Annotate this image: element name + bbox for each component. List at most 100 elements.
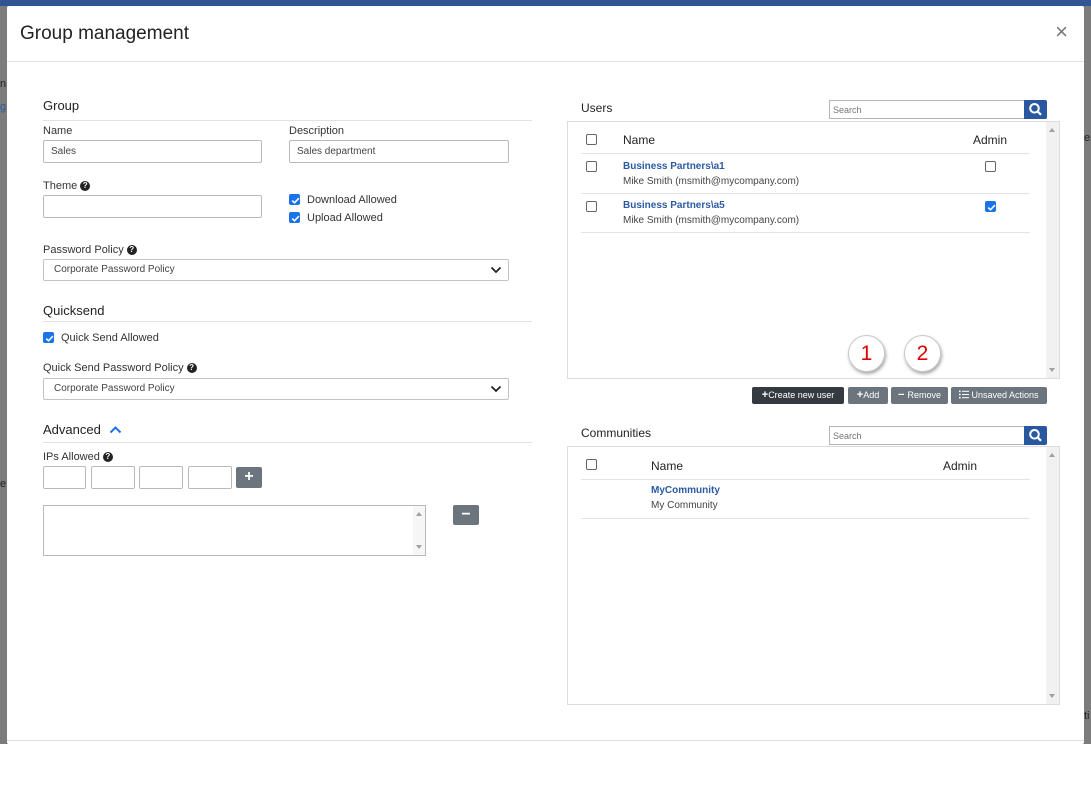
- callout-marker-2: 2: [904, 335, 941, 372]
- users-table: Name Admin Business Partners\a1 Mike Smi…: [567, 121, 1060, 379]
- description-label: Description: [289, 125, 345, 137]
- communities-title: Communities: [581, 426, 652, 440]
- communities-search-button[interactable]: [1024, 426, 1047, 445]
- row-divider: [581, 232, 1030, 233]
- close-button[interactable]: ×: [1055, 21, 1068, 43]
- quick-send-password-policy-value: Corporate Password Policy: [54, 383, 175, 394]
- user-name-link[interactable]: Business Partners\a5: [623, 200, 725, 211]
- ip-octet-1-input[interactable]: [43, 466, 86, 489]
- user-row-checkbox[interactable]: [586, 201, 597, 212]
- unsaved-actions-button[interactable]: Unsaved Actions: [951, 387, 1047, 404]
- help-icon[interactable]: ?: [186, 363, 197, 373]
- communities-search-input[interactable]: [829, 426, 1024, 445]
- remove-ip-button[interactable]: −: [453, 505, 479, 525]
- modal-title: Group management: [20, 23, 189, 44]
- scroll-up-icon[interactable]: [1049, 128, 1055, 132]
- scroll-down-icon[interactable]: [1049, 694, 1055, 698]
- communities-table: Name Admin MyCommunity My Community: [567, 446, 1060, 705]
- upload-allowed-label: Upload Allowed: [307, 212, 383, 224]
- quick-send-password-policy-select[interactable]: Corporate Password Policy: [43, 378, 509, 400]
- user-admin-checkbox[interactable]: [985, 201, 996, 212]
- community-name-link[interactable]: MyCommunity: [651, 485, 720, 496]
- communities-name-column-header: Name: [651, 459, 684, 473]
- communities-admin-column-header: Admin: [943, 459, 978, 473]
- modal-header: Group management ×: [7, 6, 1084, 62]
- group-section-title: Group: [43, 98, 80, 113]
- remove-label: Remove: [907, 390, 941, 400]
- download-allowed-label: Download Allowed: [307, 194, 397, 206]
- community-detail: My Community: [651, 500, 718, 511]
- chevron-down-icon: [490, 385, 502, 393]
- user-row-checkbox[interactable]: [586, 161, 597, 172]
- password-policy-label-text: Password Policy: [43, 244, 124, 256]
- name-label: Name: [43, 125, 73, 137]
- scroll-up-icon[interactable]: [416, 512, 422, 516]
- ip-list-textarea[interactable]: [43, 505, 426, 556]
- quick-send-allowed-label: Quick Send Allowed: [61, 332, 159, 344]
- password-policy-label: Password Policy?: [43, 244, 137, 256]
- quick-send-allowed-checkbox[interactable]: [43, 332, 54, 343]
- add-ip-button[interactable]: +: [236, 467, 262, 488]
- create-new-user-button[interactable]: +Create new user: [752, 387, 844, 404]
- search-icon: [1029, 103, 1042, 116]
- scroll-down-icon[interactable]: [1049, 368, 1055, 372]
- modal-footer-divider: [7, 740, 1084, 741]
- scroll-down-icon[interactable]: [416, 545, 422, 549]
- help-icon[interactable]: ?: [126, 245, 137, 255]
- list-icon: [959, 390, 970, 399]
- theme-input[interactable]: [43, 195, 262, 218]
- group-management-dialog: Group management × Group Name Descriptio…: [7, 6, 1084, 744]
- help-icon[interactable]: ?: [102, 452, 113, 462]
- row-divider: [581, 153, 1030, 154]
- ip-octet-4-input[interactable]: [188, 466, 232, 489]
- user-detail: Mike Smith (msmith@mycompany.com): [623, 176, 800, 187]
- row-divider: [581, 518, 1030, 519]
- user-admin-checkbox[interactable]: [985, 161, 996, 172]
- users-search-button[interactable]: [1024, 100, 1047, 119]
- password-policy-select[interactable]: Corporate Password Policy: [43, 259, 509, 281]
- background-text-fragment: n: [0, 78, 7, 90]
- users-select-all-checkbox[interactable]: [586, 134, 597, 145]
- description-input[interactable]: [289, 140, 509, 163]
- background-text-fragment: ti: [1084, 710, 1090, 722]
- quicksend-section-title: Quicksend: [43, 303, 105, 318]
- download-allowed-checkbox[interactable]: [289, 194, 300, 205]
- users-name-column-header: Name: [623, 133, 656, 147]
- user-detail: Mike Smith (msmith@mycompany.com): [623, 215, 800, 226]
- ip-octet-3-input[interactable]: [139, 466, 183, 489]
- create-new-user-label: Create new user: [768, 390, 835, 400]
- search-icon: [1029, 429, 1042, 442]
- section-divider: [43, 120, 532, 121]
- communities-select-all-checkbox[interactable]: [586, 459, 597, 470]
- advanced-section-title: Advanced: [43, 422, 101, 437]
- help-icon[interactable]: ?: [80, 181, 91, 191]
- unsaved-actions-label: Unsaved Actions: [971, 390, 1039, 400]
- chevron-down-icon: [490, 266, 502, 274]
- users-admin-column-header: Admin: [973, 133, 1008, 147]
- scrollbar[interactable]: [413, 506, 425, 555]
- users-search-input[interactable]: [829, 100, 1024, 119]
- ip-octet-2-input[interactable]: [91, 466, 135, 489]
- section-divider: [43, 321, 532, 322]
- section-divider: [43, 442, 532, 443]
- scrollbar[interactable]: [1046, 447, 1059, 704]
- row-divider: [581, 193, 1030, 194]
- background-text-fragment: e: [0, 478, 7, 490]
- user-name-link[interactable]: Business Partners\a1: [623, 161, 725, 172]
- name-input[interactable]: [43, 140, 262, 163]
- add-label: Add: [863, 390, 880, 400]
- callout-marker-1: 1: [848, 335, 885, 372]
- background-text-fragment: en: [1084, 132, 1091, 144]
- users-title: Users: [581, 101, 613, 115]
- ips-allowed-label: IPs Allowed?: [43, 451, 113, 463]
- chevron-up-icon[interactable]: [109, 425, 122, 435]
- scroll-up-icon[interactable]: [1049, 453, 1055, 457]
- password-policy-value: Corporate Password Policy: [54, 264, 175, 275]
- row-divider: [581, 479, 1030, 480]
- quick-send-password-policy-label-text: Quick Send Password Policy: [43, 362, 184, 374]
- add-button[interactable]: +Add: [848, 387, 888, 404]
- scrollbar[interactable]: [1046, 122, 1059, 378]
- remove-button[interactable]: − Remove: [891, 387, 948, 404]
- upload-allowed-checkbox[interactable]: [289, 212, 300, 223]
- ips-allowed-label-text: IPs Allowed: [43, 451, 100, 463]
